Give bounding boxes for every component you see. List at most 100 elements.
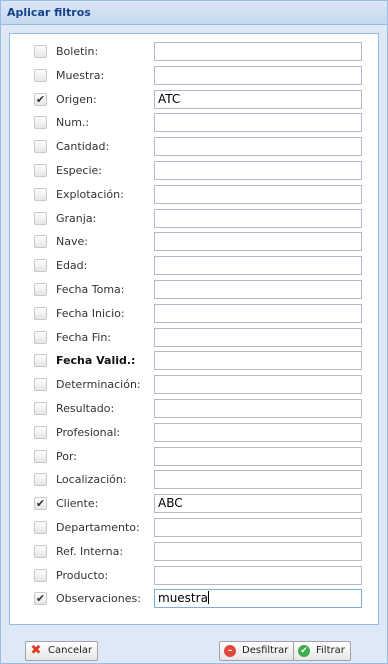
filter-input[interactable] (154, 327, 362, 347)
filter-label: Observaciones: (56, 592, 141, 606)
filter-checkbox[interactable] (34, 211, 47, 225)
filter-checkbox[interactable] (34, 473, 47, 487)
filter-input[interactable] (154, 65, 362, 85)
filter-row: Producto: (10, 565, 378, 588)
filter-input[interactable] (154, 113, 362, 133)
filter-input[interactable] (154, 232, 362, 252)
filter-label: Origen: (56, 92, 97, 106)
filter-row: ✔ Origen: ATC (10, 89, 378, 112)
filter-label: Explotación: (56, 187, 124, 201)
filter-checkbox[interactable] (34, 116, 47, 130)
filter-checkbox[interactable] (34, 425, 47, 439)
filter-input[interactable] (154, 351, 362, 371)
filter-label: Departamento: (56, 521, 140, 534)
filter-label: Fecha Inicio: (56, 306, 125, 320)
filter-checkbox[interactable] (34, 544, 47, 558)
filter-input[interactable] (154, 375, 362, 395)
filter-row: Boletin: (10, 41, 378, 64)
filter-input[interactable] (154, 446, 362, 466)
filter-checkbox[interactable] (34, 521, 47, 534)
filter-checkbox[interactable] (34, 402, 47, 415)
filter-input[interactable] (154, 161, 362, 180)
dialog-footer: ✖ Cancelar – Desfiltrar ✔ Filtrar (1, 637, 387, 663)
filter-row: ✔ Cliente: ABC (10, 493, 378, 516)
filter-row: Fecha Inicio: (10, 303, 378, 326)
filter-input[interactable] (154, 42, 362, 61)
filter-label: Resultado: (56, 402, 115, 415)
filter-row: Muestra: (10, 65, 378, 88)
filter-row: Especie: (10, 160, 378, 183)
dialog-title: Aplicar filtros (7, 6, 91, 19)
filter-checkbox[interactable]: ✔ (34, 592, 47, 606)
filter-checkbox[interactable] (34, 259, 47, 273)
filter-row: Edad: (10, 255, 378, 278)
filter-input[interactable] (154, 470, 362, 490)
filter-label: Determinación: (56, 378, 141, 392)
cancel-icon: ✖ (30, 643, 42, 658)
filter-label: Fecha Fin: (56, 330, 112, 344)
filter-row: Determinación: (10, 374, 378, 397)
filter-input[interactable] (154, 399, 362, 418)
check-circle-icon: ✔ (298, 645, 310, 657)
unfilter-button[interactable]: – Desfiltrar (219, 641, 295, 661)
filter-label: Producto: (56, 568, 109, 582)
filter-input[interactable] (154, 565, 362, 585)
minus-circle-icon: – (224, 645, 236, 657)
filter-row: Por: (10, 446, 378, 469)
filter-input[interactable]: ATC (154, 89, 362, 109)
filter-row: Fecha Valid.: (10, 350, 378, 373)
filter-checkbox[interactable] (34, 449, 47, 463)
filter-button-label: Filtrar (316, 645, 345, 656)
filter-checkbox[interactable] (34, 68, 47, 82)
filter-checkbox[interactable] (34, 306, 47, 320)
filter-row: Fecha Toma: (10, 279, 378, 302)
filter-checkbox[interactable]: ✔ (34, 92, 47, 106)
filter-row: Granja: (10, 208, 378, 231)
filter-checkbox[interactable] (34, 235, 47, 249)
filter-row: ✔ Observaciones: muestra (10, 588, 378, 611)
filter-label: Localización: (56, 473, 127, 487)
filter-label: Muestra: (56, 68, 105, 82)
filter-row: Fecha Fin: (10, 327, 378, 350)
filter-input[interactable] (154, 184, 362, 204)
filter-row: Resultado: (10, 398, 378, 421)
filter-input[interactable] (154, 303, 362, 323)
filter-row: Ref. Interna: (10, 541, 378, 564)
filter-label: Cliente: (56, 497, 99, 511)
filter-input[interactable] (154, 541, 362, 561)
filter-label: Cantidad: (56, 140, 110, 154)
filter-checkbox[interactable] (34, 330, 47, 344)
filter-label: Granja: (56, 211, 97, 225)
filter-label: Nave: (56, 235, 88, 249)
filter-input[interactable]: ABC (154, 494, 362, 514)
filter-input-value: ATC (158, 91, 181, 106)
filter-input[interactable] (154, 422, 362, 442)
filter-checkbox[interactable] (34, 283, 47, 296)
filter-checkbox[interactable] (34, 45, 47, 58)
filter-label: Boletin: (56, 45, 99, 58)
filter-input[interactable] (154, 518, 362, 537)
filter-checkbox[interactable]: ✔ (34, 497, 47, 511)
filter-label: Ref. Interna: (56, 544, 124, 558)
filter-input[interactable] (154, 137, 362, 157)
filter-input[interactable] (154, 280, 362, 299)
filter-checkbox[interactable] (34, 187, 47, 201)
filter-label: Fecha Toma: (56, 283, 125, 296)
filter-button[interactable]: ✔ Filtrar (293, 641, 351, 661)
cancel-button-label: Cancelar (48, 645, 93, 656)
unfilter-button-label: Desfiltrar (242, 645, 289, 656)
filter-checkbox[interactable] (34, 378, 47, 392)
filter-row: Nave: (10, 231, 378, 254)
filter-label: Edad: (56, 259, 88, 273)
filter-row: Localización: (10, 469, 378, 492)
cancel-button[interactable]: ✖ Cancelar (25, 641, 99, 661)
filter-checkbox[interactable] (34, 140, 47, 154)
filter-input[interactable] (154, 256, 362, 276)
filter-row: Profesional: (10, 422, 378, 445)
filter-checkbox[interactable] (34, 354, 47, 368)
filter-checkbox[interactable] (34, 164, 47, 177)
filter-input[interactable]: muestra (154, 589, 362, 609)
filter-input-value: ABC (158, 496, 183, 511)
filter-input[interactable] (154, 208, 362, 228)
filter-checkbox[interactable] (34, 568, 47, 582)
